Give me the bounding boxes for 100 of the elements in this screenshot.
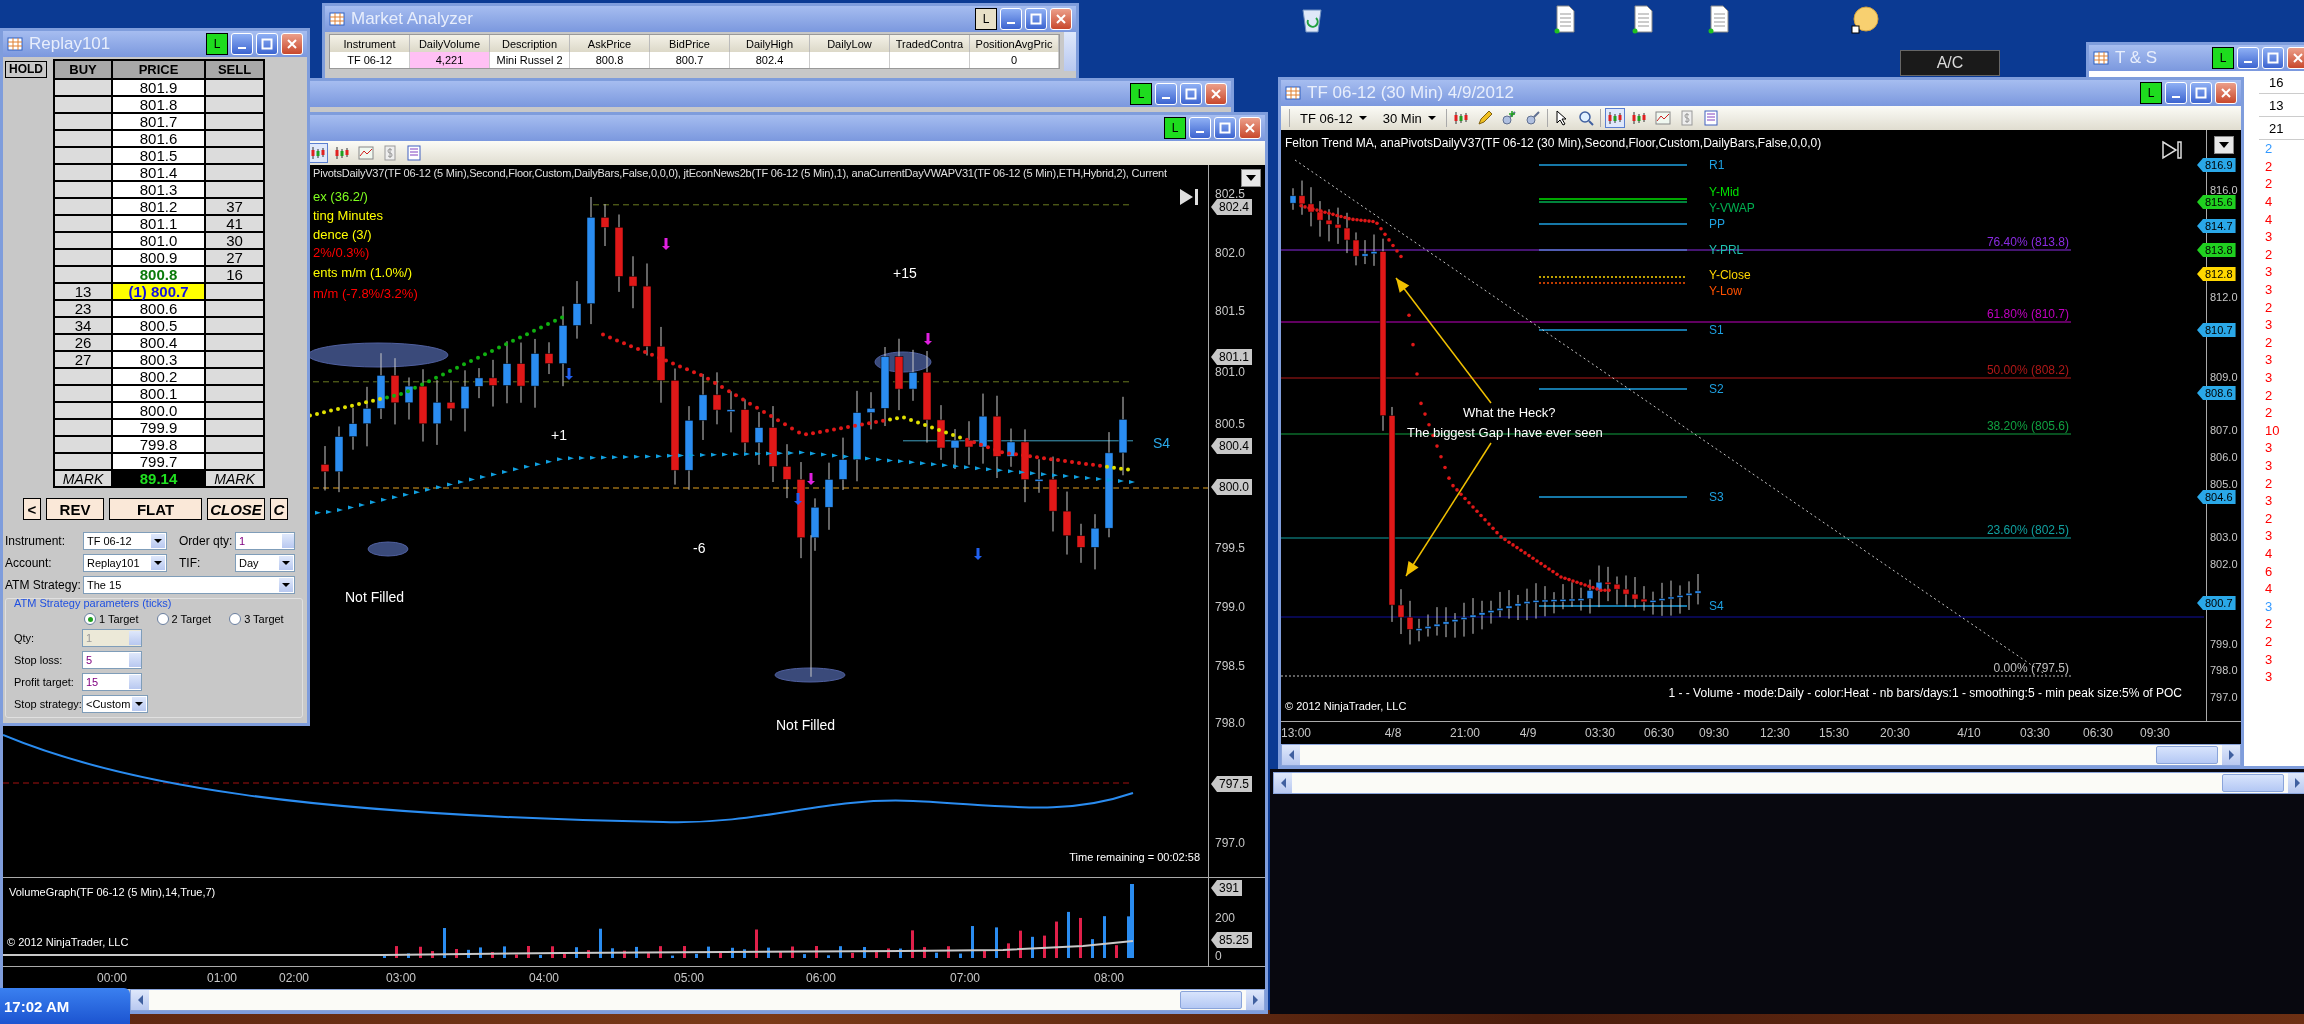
axis-label: 807.0: [2210, 424, 2238, 436]
trade-size: 2: [2264, 404, 2274, 422]
order-cell[interactable]: 27: [205, 249, 264, 266]
axis-label: 4/9: [1519, 726, 1537, 740]
column-header[interactable]: PositionAvgPric: [970, 35, 1059, 52]
column-header[interactable]: DailyVolume: [410, 35, 490, 52]
dropdown[interactable]: TF 06-12: [83, 532, 167, 550]
axis-label: 801.5: [1215, 304, 1246, 318]
pivot-label: S1: [1709, 323, 1724, 337]
trade-size: 3: [2264, 281, 2274, 299]
axis-label: 799.0: [2210, 638, 2238, 650]
axis-label: 06:30: [1644, 726, 1674, 740]
dropdown[interactable]: 30 Min: [1376, 108, 1442, 128]
number-field[interactable]: 5: [82, 651, 142, 669]
column-header[interactable]: DailyLow: [810, 35, 890, 52]
price-tag: 816.9: [2197, 158, 2236, 172]
dropdown[interactable]: Replay101: [83, 554, 167, 572]
axis-label: 809.0: [2210, 371, 2238, 383]
axis-label: 803.0: [2210, 531, 2238, 543]
trade-size: 4: [2264, 193, 2274, 211]
radio-button[interactable]: 2 Target: [156, 613, 212, 625]
order-cell[interactable]: 30: [205, 232, 264, 249]
price-cell: 800.8: [112, 266, 205, 283]
axis-label: 05:00: [674, 971, 704, 985]
axis-label: 4/8: [1384, 726, 1402, 740]
trade-size: 3: [2264, 597, 2274, 616]
order-cell[interactable]: 41: [205, 215, 264, 232]
pivot-label: R1: [1709, 158, 1725, 172]
link-button[interactable]: L: [206, 33, 228, 55]
column-header[interactable]: BidPrice: [650, 35, 730, 52]
column-header[interactable]: Instrument: [330, 35, 410, 52]
column-header[interactable]: TradedContra: [890, 35, 970, 52]
dropdown[interactable]: TF 06-12: [1294, 108, 1373, 128]
shortcut-label[interactable]: A/C: [1900, 50, 2000, 76]
column-header[interactable]: DailyHigh: [730, 35, 810, 52]
pivot-label: S2: [1709, 382, 1724, 396]
axis-label: 03:30: [2020, 726, 2050, 740]
price-cell: 801.0: [112, 232, 205, 249]
trade-size: 3: [2264, 527, 2274, 545]
action-button[interactable]: CLOSE: [207, 498, 265, 520]
order-cell[interactable]: 37: [205, 198, 264, 215]
chart-annotation: -6: [693, 540, 706, 556]
indicator-label: m/m (-7.8%/3.2%): [313, 286, 418, 301]
axis-label: 21:00: [1450, 726, 1480, 740]
axis-label: 4/10: [1957, 726, 1981, 740]
trade-size: 3: [2264, 457, 2274, 475]
trade-size: 2: [2264, 509, 2274, 528]
copyright-text: © 2012 NinjaTrader, LLC: [1285, 700, 1407, 712]
table-cell: 16: [2259, 71, 2304, 94]
price-cell: 800.3: [112, 351, 205, 368]
hold-button[interactable]: HOLD: [5, 60, 47, 78]
axis-label: 04:00: [529, 971, 559, 985]
radio-button[interactable]: 1 Target: [84, 613, 139, 625]
order-cell[interactable]: 26: [54, 334, 112, 351]
number-field[interactable]: 1: [235, 532, 295, 550]
link-button[interactable]: L: [975, 8, 997, 30]
field-label: Account:: [5, 556, 53, 570]
column-header[interactable]: AskPrice: [570, 35, 650, 52]
order-cell[interactable]: 34: [54, 317, 112, 334]
link-button[interactable]: L: [1164, 117, 1186, 139]
number-field[interactable]: 15: [82, 673, 142, 691]
axis-label: 805.0: [2210, 478, 2238, 490]
price-tag: 808.6: [2197, 386, 2236, 400]
axis-label: 00:00: [97, 971, 127, 985]
dropdown[interactable]: Day: [235, 554, 295, 572]
order-cell[interactable]: 27: [54, 351, 112, 368]
action-button[interactable]: C: [270, 498, 288, 520]
trade-size: 2: [2264, 157, 2274, 176]
axis-label: 15:30: [1819, 726, 1849, 740]
field-label: Profit target:: [14, 676, 75, 688]
group-title: ATM Strategy parameters (ticks): [14, 597, 173, 609]
column-header[interactable]: Description: [490, 35, 570, 52]
action-button[interactable]: REV: [46, 498, 104, 520]
trade-size: 2: [2264, 245, 2274, 264]
price-cell: 799.9: [112, 419, 205, 436]
mark-label: MARK: [54, 470, 112, 487]
order-cell[interactable]: 23: [54, 300, 112, 317]
axis-label: 801.0: [1215, 365, 1246, 379]
pivot-label: S4: [1709, 599, 1724, 613]
chart-annotation: Not Filled: [776, 717, 836, 733]
action-button[interactable]: FLAT: [109, 498, 202, 520]
radio-button[interactable]: 3 Target: [229, 613, 284, 625]
indicator-label: ents m/m (1.0%/): [313, 265, 412, 280]
order-cell[interactable]: 16: [205, 266, 264, 283]
dropdown[interactable]: The 15: [83, 576, 295, 594]
axis-label: 13:00: [1281, 726, 1311, 740]
price-tag: 391: [1211, 880, 1243, 896]
axis-label: 797.0: [1215, 836, 1246, 850]
axis-label: 01:00: [207, 971, 237, 985]
order-cell[interactable]: 13: [54, 283, 112, 300]
fibonacci-label: 23.60% (802.5): [1986, 523, 2069, 537]
link-button[interactable]: L: [2140, 82, 2162, 104]
link-button[interactable]: L: [1130, 83, 1152, 105]
trade-size: 6: [2264, 562, 2274, 580]
action-button[interactable]: <: [23, 498, 41, 520]
pivot-label: Y-Close: [1709, 268, 1751, 282]
link-button[interactable]: L: [2212, 47, 2234, 69]
price-cell: (1) 800.7: [112, 283, 205, 300]
dropdown[interactable]: <Custom: [82, 695, 148, 713]
fibonacci-label: 76.40% (813.8): [1986, 235, 2069, 249]
